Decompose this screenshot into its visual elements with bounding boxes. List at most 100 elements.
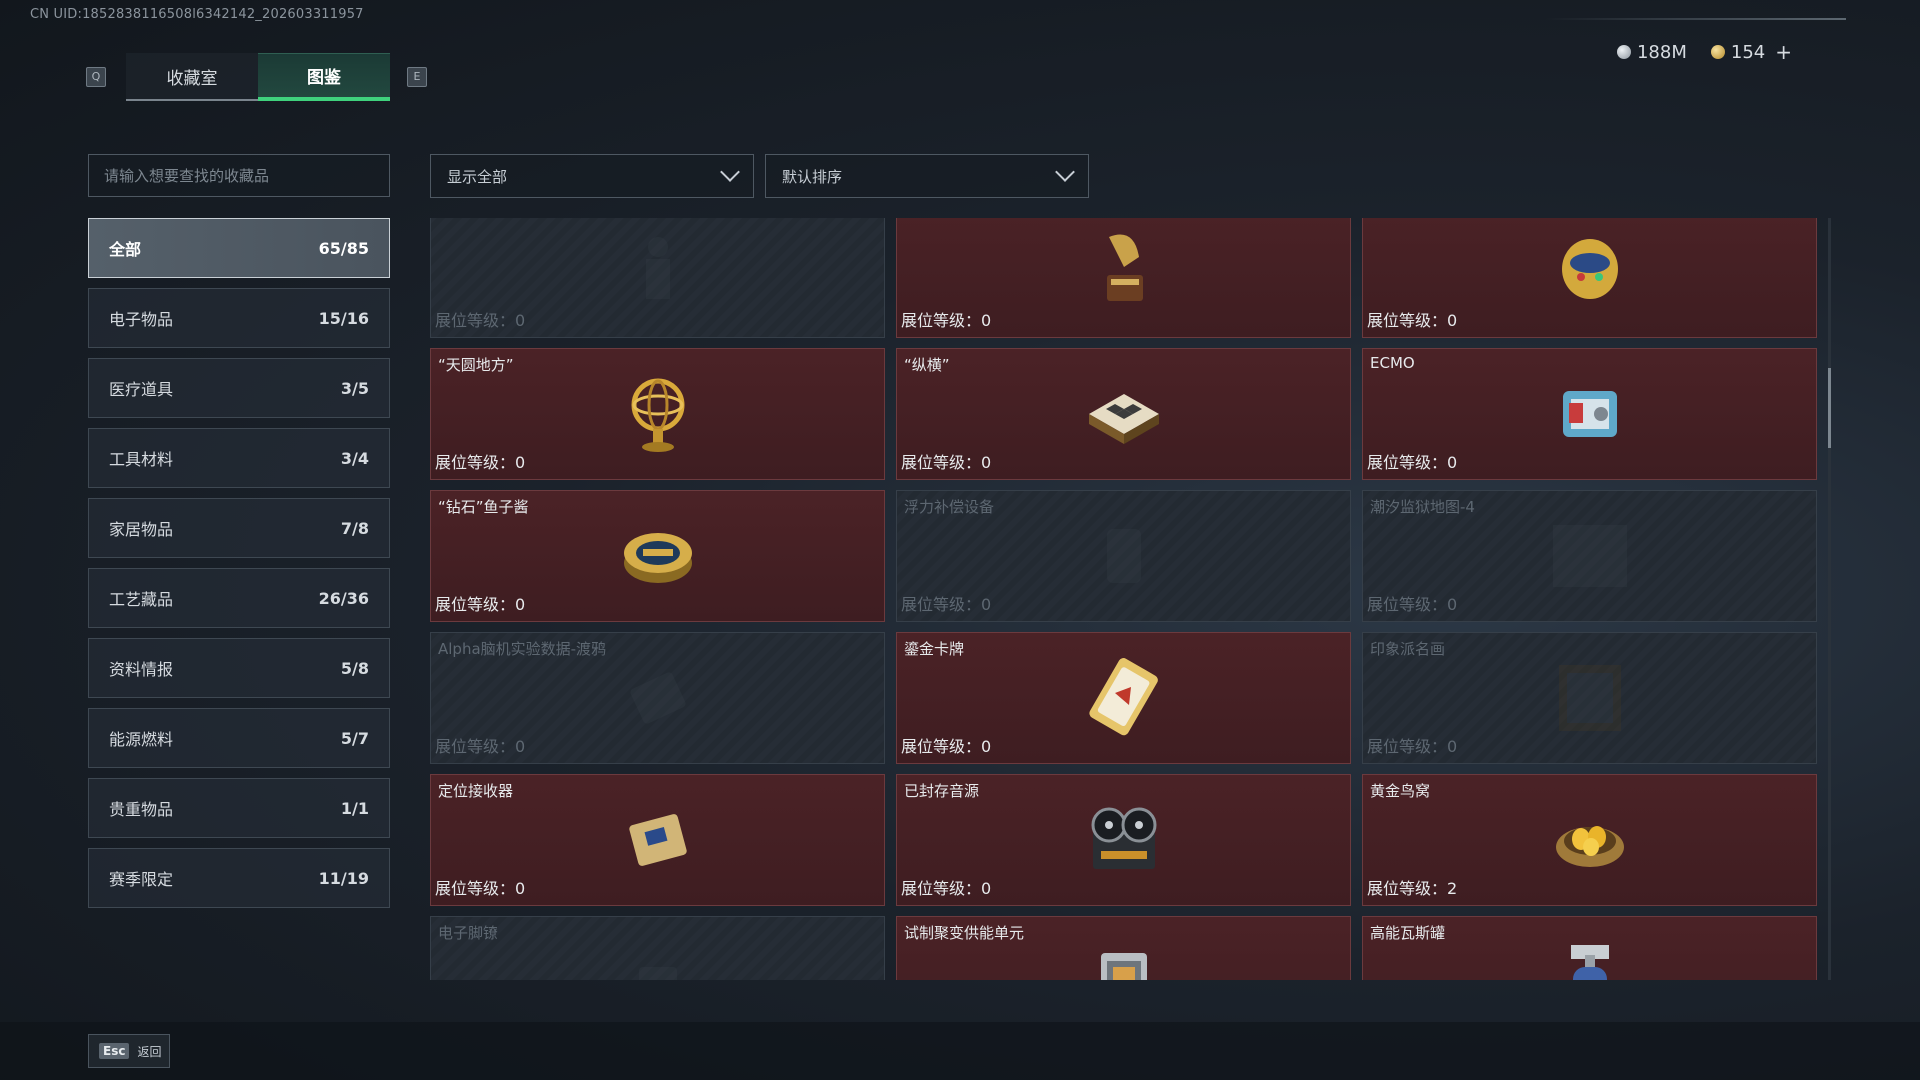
back-button[interactable]: Esc 返回 (88, 1034, 170, 1068)
silver-amount: 188M (1636, 41, 1687, 63)
collection-card[interactable]: 浮力补偿设备 展位等级：0 (896, 490, 1351, 622)
tab-prev-key[interactable]: Q (86, 67, 106, 87)
back-label: 返回 (137, 1044, 162, 1059)
gold-amount: 154 (1730, 41, 1766, 63)
player-uid: CN UID:1852838116508l6342142_20260331195… (30, 7, 364, 22)
collection-item-name: 定位接收器 (438, 782, 514, 800)
category-count: 11/19 (318, 868, 369, 888)
collection-card[interactable]: ECMO 展位等级：0 (1362, 348, 1817, 480)
footer-bar (0, 1022, 1920, 1080)
sort-dropdown[interactable]: 默认排序 (765, 154, 1089, 198)
display-level: 展位等级：0 (1367, 311, 1458, 330)
chevron-down-icon (720, 162, 740, 182)
category-count: 5/7 (340, 728, 369, 748)
collection-card[interactable]: 高能瓦斯罐 (1362, 916, 1817, 980)
category-household[interactable]: 家居物品 7/8 (88, 498, 390, 558)
figure-icon (613, 227, 703, 317)
display-level: 展位等级：0 (1367, 453, 1458, 472)
category-crafts[interactable]: 工艺藏品 26/36 (88, 568, 390, 628)
tab-next-key[interactable]: E (407, 67, 427, 87)
category-label: 能源燃料 (109, 730, 174, 749)
display-filter-value: 显示全部 (447, 167, 508, 186)
category-count: 15/16 (318, 308, 369, 328)
search-input[interactable] (88, 154, 390, 197)
category-count: 5/8 (340, 658, 369, 678)
display-level: 展位等级：2 (1367, 879, 1458, 898)
display-level: 展位等级：0 (1367, 737, 1458, 756)
collection-card[interactable]: 黄金鸟窝 展位等级：2 (1362, 774, 1817, 906)
category-count: 7/8 (340, 518, 369, 538)
collection-card[interactable]: 已封存音源 展位等级：0 (896, 774, 1351, 906)
category-valuables[interactable]: 贵重物品 1/1 (88, 778, 390, 838)
silver-coin-icon (1616, 45, 1631, 59)
category-count: 3/5 (340, 378, 369, 398)
armillary-sphere-icon (613, 369, 703, 459)
category-count: 26/36 (318, 588, 369, 608)
collection-card[interactable]: “纵横” 展位等级：0 (896, 348, 1351, 480)
display-level: 展位等级：0 (435, 737, 526, 756)
display-level: 展位等级：0 (1367, 595, 1458, 614)
collection-card[interactable]: 电子脚镣 (430, 916, 885, 980)
display-level: 展位等级：0 (435, 595, 526, 614)
collection-item-name: “天圆地方” (438, 356, 514, 374)
collection-item-name: “纵横” (904, 356, 950, 374)
category-label: 贵重物品 (109, 800, 174, 819)
map-icon (1545, 511, 1635, 601)
display-filter-dropdown[interactable]: 显示全部 (430, 154, 754, 198)
collection-grid: 展位等级：0 展位等级：0 展位等级：0 “天圆地方” 展位等级：0 “纵横” 展位等级：0… (430, 218, 1817, 980)
painting-icon (1545, 653, 1635, 743)
collection-card[interactable]: 鎏金卡牌 展位等级：0 (896, 632, 1351, 764)
collection-item-name: 印象派名画 (1370, 640, 1446, 658)
category-intel[interactable]: 资料情报 5/8 (88, 638, 390, 698)
display-level: 展位等级：0 (901, 879, 992, 898)
collection-card[interactable]: 展位等级：0 (896, 218, 1351, 338)
caviar-tin-icon (613, 511, 703, 601)
category-label: 赛季限定 (109, 870, 174, 889)
category-energy[interactable]: 能源燃料 5/7 (88, 708, 390, 768)
collection-card[interactable]: 定位接收器 展位等级：0 (430, 774, 885, 906)
drive-icon (613, 653, 703, 743)
gold-coin-icon (1710, 45, 1725, 59)
collection-card[interactable]: 展位等级：0 (430, 218, 885, 338)
grid-scrollbar[interactable] (1828, 218, 1831, 980)
category-label: 医疗道具 (109, 380, 174, 399)
category-all[interactable]: 全部 65/85 (88, 218, 390, 278)
collection-card[interactable]: Alpha脑机实验数据-渡鸦 展位等级：0 (430, 632, 885, 764)
display-level: 展位等级：0 (435, 311, 526, 330)
currency-bar: 188M 154 + (1616, 40, 1792, 64)
top-tabs: 收藏室 图鉴 (126, 53, 390, 101)
category-medical[interactable]: 医疗道具 3/5 (88, 358, 390, 418)
category-label: 工艺藏品 (109, 590, 174, 609)
buoyancy-device-icon (1079, 511, 1169, 601)
category-label: 电子物品 (109, 310, 174, 329)
gas-canister-icon (1545, 937, 1635, 980)
display-level: 展位等级：0 (901, 453, 992, 472)
collection-item-name: 高能瓦斯罐 (1370, 924, 1446, 942)
category-label: 家居物品 (109, 520, 174, 539)
top-divider (1546, 18, 1846, 20)
tab-collection-room[interactable]: 收藏室 (126, 53, 258, 101)
collection-item-name: 潮汐监狱地图-4 (1370, 498, 1475, 516)
silver-currency: 188M (1616, 40, 1687, 64)
collection-card[interactable]: 展位等级：0 (1362, 218, 1817, 338)
golden-nest-icon (1545, 795, 1635, 885)
category-season-limited[interactable]: 赛季限定 11/19 (88, 848, 390, 908)
display-level: 展位等级：0 (435, 453, 526, 472)
display-level: 展位等级：0 (901, 737, 992, 756)
sort-value: 默认排序 (782, 167, 843, 186)
collection-card[interactable]: 试制聚变供能单元 (896, 916, 1351, 980)
collection-card[interactable]: 印象派名画展位等级：0 (1362, 632, 1817, 764)
grid-scroll-thumb[interactable] (1828, 368, 1831, 448)
collection-card[interactable]: 潮汐监狱地图-4 展位等级：0 (1362, 490, 1817, 622)
collection-item-name: 电子脚镣 (438, 924, 499, 942)
chessboard-icon (1079, 369, 1169, 459)
collection-card[interactable]: “钻石”鱼子酱 展位等级：0 (430, 490, 885, 622)
esc-key: Esc (99, 1043, 130, 1059)
category-electronics[interactable]: 电子物品 15/16 (88, 288, 390, 348)
display-level: 展位等级：0 (901, 311, 992, 330)
add-currency-button[interactable]: + (1775, 40, 1792, 64)
category-tools[interactable]: 工具材料 3/4 (88, 428, 390, 488)
tab-codex[interactable]: 图鉴 (258, 53, 390, 101)
collection-grid-viewport[interactable]: 展位等级：0 展位等级：0 展位等级：0 “天圆地方” 展位等级：0 “纵横” 展位等级：0… (430, 218, 1830, 980)
collection-card[interactable]: “天圆地方” 展位等级：0 (430, 348, 885, 480)
